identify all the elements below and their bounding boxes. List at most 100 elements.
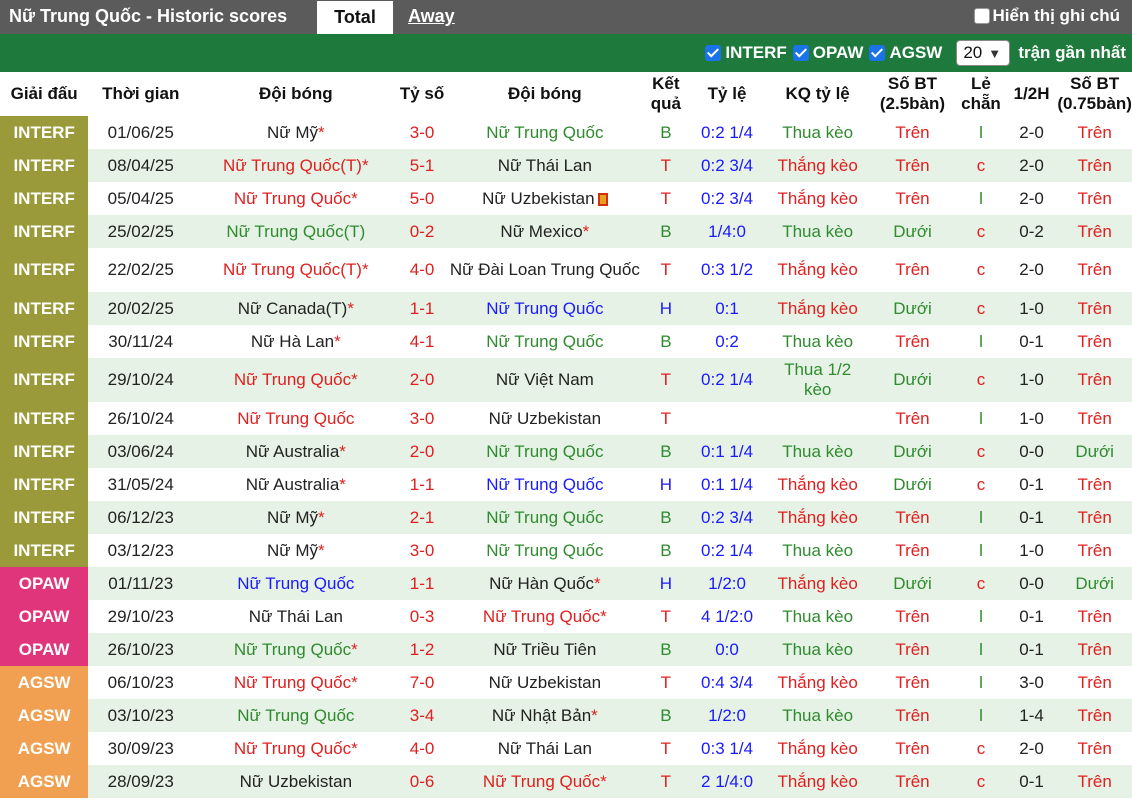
away-team-name[interactable]: Nữ Việt Nam [496,370,594,389]
away-team-name[interactable]: Nữ Trung Quốc [483,772,600,791]
away-team-name[interactable]: Nữ Trung Quốc [486,442,603,461]
away-team[interactable]: Nữ Trung Quốc [445,501,645,534]
league-badge[interactable]: OPAW [0,633,89,666]
home-team-name[interactable]: Nữ Trung Quốc [234,739,351,758]
league-badge[interactable]: INTERF [0,182,89,215]
home-team-name[interactable]: Nữ Mỹ [267,541,318,560]
away-team-name[interactable]: Nữ Thái Lan [498,156,592,175]
away-team[interactable]: Nữ Trung Quốc [446,534,644,567]
away-team[interactable]: Nữ Uzbekistan [446,402,644,435]
home-team[interactable]: Nữ Trung Quốc* [193,666,398,699]
home-team[interactable]: Nữ Trung Quốc(T)* [193,248,398,292]
score[interactable]: 4-0 [399,248,446,292]
away-team-name[interactable]: Nữ Đài Loan Trung Quốc [450,260,640,279]
home-team-name[interactable]: Nữ Trung Quốc [237,706,354,725]
away-team-name[interactable]: Nữ Trung Quốc [486,299,603,318]
away-team-name[interactable]: Nữ Mexico [500,222,582,241]
score[interactable]: 1-2 [398,633,446,666]
away-team-name[interactable]: Nữ Uzbekistan [482,189,594,208]
home-team[interactable]: Nữ Trung Quốc* [193,732,398,765]
score[interactable]: 1-1 [398,292,446,325]
home-team[interactable]: Nữ Mỹ* [193,116,398,149]
home-team[interactable]: Nữ Australia* [193,468,398,501]
score[interactable]: 3-0 [399,116,446,149]
away-team-name[interactable]: Nữ Trung Quốc [486,123,603,142]
league-badge[interactable]: INTERF [0,501,89,534]
away-team-name[interactable]: Nữ Triều Tiên [493,640,596,659]
away-team[interactable]: Nữ Nhật Bản* [445,699,645,732]
filter-checkbox[interactable] [792,45,809,61]
filter-checkbox[interactable] [869,45,886,61]
league-badge[interactable]: OPAW [0,600,89,633]
away-team[interactable]: Nữ Hàn Quốc* [445,567,645,600]
filter-interf[interactable]: INTERF [705,43,787,63]
home-team-name[interactable]: Nữ Trung Quốc [237,574,354,593]
score[interactable]: 4-1 [399,325,446,358]
home-team[interactable]: Nữ Trung Quốc* [193,182,398,215]
tab-away[interactable]: Away [408,6,455,27]
away-team-name[interactable]: Nữ Trung Quốc [483,607,600,626]
home-team-name[interactable]: Nữ Australia [246,442,340,461]
home-team-name[interactable]: Nữ Thái Lan [249,607,343,626]
match-count-select[interactable]: 20 ▼ [956,40,1011,66]
score[interactable]: 3-0 [399,534,446,567]
home-team[interactable]: Nữ Thái Lan [193,600,398,633]
away-team[interactable]: Nữ Uzbekistan [446,182,644,215]
away-team[interactable]: Nữ Đài Loan Trung Quốc [446,248,644,292]
home-team[interactable]: Nữ Trung Quốc(T)* [193,149,399,182]
home-team-name[interactable]: Nữ Mỹ [267,508,318,527]
away-team[interactable]: Nữ Trung Quốc [445,435,645,468]
league-badge[interactable]: INTERF [0,248,89,292]
league-badge[interactable]: INTERF [0,116,89,149]
league-badge[interactable]: AGSW [0,732,89,765]
away-team-name[interactable]: Nữ Trung Quốc [486,475,603,494]
home-team-name[interactable]: Nữ Trung Quốc(T) [226,222,365,241]
home-team[interactable]: Nữ Trung Quốc [193,402,398,435]
filter-checkbox[interactable] [705,45,722,61]
home-team-name[interactable]: Nữ Trung Quốc [234,673,351,692]
score[interactable]: 5-0 [399,182,446,215]
home-team[interactable]: Nữ Mỹ* [193,534,398,567]
score[interactable]: 2-0 [398,435,446,468]
notes-toggle[interactable]: Hiển thị ghi chú [973,6,1120,26]
home-team[interactable]: Nữ Mỹ* [193,501,399,534]
league-badge[interactable]: INTERF [0,292,89,325]
home-team-name[interactable]: Nữ Trung Quốc [234,370,351,389]
score[interactable]: 2-0 [398,358,446,402]
away-team[interactable]: Nữ Mexico* [445,215,645,248]
league-badge[interactable]: INTERF [0,402,89,435]
away-team[interactable]: Nữ Thái Lan [445,149,645,182]
away-team[interactable]: Nữ Trung Quốc [446,116,644,149]
tab-total[interactable]: Total [317,0,393,34]
league-badge[interactable]: INTERF [0,534,89,567]
home-team[interactable]: Nữ Canada(T)* [193,292,399,325]
away-team-name[interactable]: Nữ Uzbekistan [489,409,601,428]
away-team-name[interactable]: Nữ Trung Quốc [486,508,603,527]
home-team-name[interactable]: Nữ Australia [246,475,340,494]
score[interactable]: 2-1 [398,501,446,534]
score[interactable]: 3-0 [399,402,446,435]
home-team[interactable]: Nữ Trung Quốc(T) [193,215,399,248]
away-team[interactable]: Nữ Trung Quốc [446,325,644,358]
league-badge[interactable]: INTERF [0,215,89,248]
home-team[interactable]: Nữ Trung Quốc [193,567,399,600]
home-team-name[interactable]: Nữ Trung Quốc [234,640,351,659]
league-badge[interactable]: AGSW [0,765,89,798]
league-badge[interactable]: INTERF [0,325,89,358]
home-team[interactable]: Nữ Australia* [193,435,399,468]
league-badge[interactable]: AGSW [0,699,89,732]
league-badge[interactable]: OPAW [0,567,89,600]
away-team[interactable]: Nữ Việt Nam [445,358,645,402]
home-team-name[interactable]: Nữ Uzbekistan [240,772,352,791]
filter-agsw[interactable]: AGSW [869,43,942,63]
home-team-name[interactable]: Nữ Hà Lan [251,332,334,351]
away-team-name[interactable]: Nữ Nhật Bản [492,706,591,725]
score[interactable]: 0-3 [399,600,446,633]
away-team[interactable]: Nữ Trung Quốc* [445,765,645,798]
notes-checkbox[interactable] [973,8,990,24]
home-team[interactable]: Nữ Trung Quốc* [193,358,399,402]
home-team[interactable]: Nữ Trung Quốc* [193,633,399,666]
away-team-name[interactable]: Nữ Trung Quốc [486,332,603,351]
away-team[interactable]: Nữ Thái Lan [446,732,644,765]
filter-opaw[interactable]: OPAW [792,43,863,63]
